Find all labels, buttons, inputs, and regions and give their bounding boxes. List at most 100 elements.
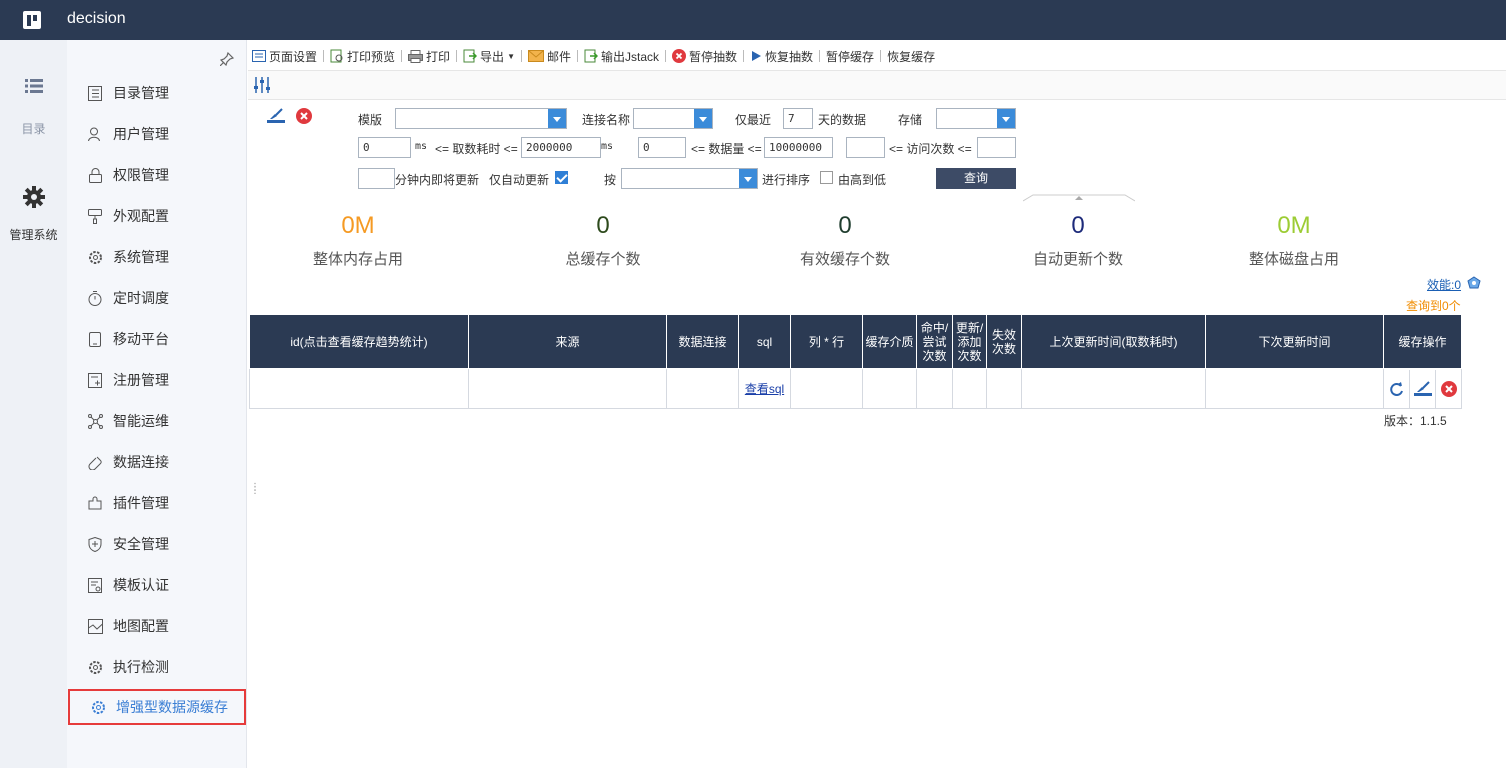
pin-icon[interactable] (220, 52, 234, 66)
visits-min-input[interactable] (846, 137, 885, 158)
sidebar-item-15[interactable]: 增强型数据源缓存 (68, 689, 246, 725)
sidebar-item-label: 目录管理 (113, 85, 169, 101)
sidebar-item-12[interactable]: 模板认证 (67, 567, 247, 603)
jstack-button[interactable]: 输出Jstack (580, 45, 663, 67)
delete-icon[interactable] (296, 108, 312, 124)
sidebar-item-label: 用户管理 (113, 126, 169, 142)
col-medium: 缓存介质 (862, 314, 917, 369)
rows-range-label: <= 数据量 <= (691, 142, 762, 156)
mail-label: 邮件 (546, 49, 571, 64)
toolbar-divider (520, 50, 522, 62)
chevron-down-icon (739, 169, 757, 188)
sidebar-item-label: 插件管理 (113, 495, 169, 511)
sidebar-item-5[interactable]: 定时调度 (67, 280, 247, 316)
mail-button[interactable]: 邮件 (524, 45, 575, 67)
pause-cache-button[interactable]: 暂停缓存 (822, 45, 878, 67)
col-connection: 数据连接 (666, 314, 739, 369)
export-button[interactable]: 导出 ▼ (459, 45, 519, 67)
sidebar-item-3[interactable]: 外观配置 (67, 198, 247, 234)
toolbar-divider (880, 50, 882, 62)
sidebar-item-13[interactable]: 地图配置 (67, 608, 247, 644)
rail-label-catalog: 目录 (21, 122, 46, 136)
rail-item-admin[interactable]: 管理系统 (0, 186, 67, 243)
sidebar-item-6[interactable]: 移动平台 (67, 321, 247, 357)
sidebar-item-14[interactable]: 执行检测 (67, 649, 247, 685)
print-preview-button[interactable]: 打印预览 (326, 45, 399, 67)
stat-auto-update-label: 自动更新个数 (1032, 251, 1123, 268)
days-suffix-label: 天的数据 (818, 113, 867, 127)
visits-max-input[interactable] (977, 137, 1016, 158)
sidebar-item-7[interactable]: 注册管理 (67, 362, 247, 398)
page-setup-button[interactable]: 页面设置 (248, 45, 321, 67)
refresh-button[interactable] (1384, 369, 1410, 408)
query-button[interactable]: 查询 (936, 168, 1016, 189)
sidebar-item-1[interactable]: 用户管理 (67, 116, 247, 152)
resume-extract-button[interactable]: 恢复抽数 (746, 45, 817, 67)
resume-cache-button[interactable]: 恢复缓存 (883, 45, 939, 67)
template-select[interactable] (395, 108, 567, 129)
cell-updates (952, 368, 987, 409)
pause-extract-button[interactable]: 暂停抽数 (668, 45, 741, 67)
sidebar-item-0[interactable]: 目录管理 (67, 75, 247, 111)
col-colrow: 列 * 行 (790, 314, 863, 369)
stop-icon (672, 49, 687, 63)
app-logo-icon (23, 11, 41, 29)
sidebar-item-4[interactable]: 系统管理 (67, 239, 247, 275)
stat-auto-update-value: 0 (1071, 212, 1085, 239)
report-toolbar: 页面设置 打印预览 打印 导出 ▼ 邮件 输出Jstack 暂停抽数 恢复抽数 … (248, 44, 939, 68)
time-range-label: <= 取数耗时 <= (435, 142, 518, 156)
sidebar-item-9[interactable]: 数据连接 (67, 444, 247, 480)
sidebar-item-11[interactable]: 安全管理 (67, 526, 247, 562)
time-unit-label: ms (415, 141, 428, 152)
refresh-badge-icon[interactable] (1467, 276, 1481, 290)
print-button[interactable]: 打印 (404, 45, 454, 67)
collapse-handle-icon[interactable] (1023, 194, 1135, 202)
map-icon (87, 618, 103, 634)
sidebar-item-label: 智能运维 (113, 413, 169, 429)
efficiency-link[interactable]: 效能:0 (1427, 276, 1461, 293)
rows-min-input[interactable]: 0 (638, 137, 686, 158)
connection-select[interactable] (633, 108, 713, 129)
time-max-input[interactable]: 2000000 (521, 137, 601, 158)
stat-memory-value: 0M (341, 212, 375, 239)
desc-checkbox[interactable] (820, 171, 833, 184)
sidebar-item-10[interactable]: 插件管理 (67, 485, 247, 521)
time-min-input[interactable]: 0 (358, 137, 411, 158)
delete-button[interactable] (1436, 370, 1461, 408)
sidebar-item-8[interactable]: 智能运维 (67, 403, 247, 439)
recent-days-input[interactable]: 7 (783, 108, 813, 129)
storage-select[interactable] (936, 108, 1016, 129)
shield-icon (87, 536, 103, 552)
sidebar-item-label: 数据连接 (113, 454, 169, 470)
version-text: 版本：1.1.5 (1384, 414, 1447, 428)
col-sql: sql (738, 314, 791, 369)
mail-icon (527, 50, 544, 62)
template-label: 模版 (358, 113, 383, 127)
brush-icon (87, 208, 103, 224)
catalog-icon (87, 85, 103, 101)
col-source: 来源 (468, 314, 667, 369)
minutes-input[interactable] (358, 168, 395, 189)
cell-invalid (986, 368, 1022, 409)
filter-sliders-icon[interactable] (253, 76, 271, 94)
settings-icon (87, 249, 103, 265)
stat-disk: 0M 整体磁盘占用 (1184, 212, 1404, 269)
col-id[interactable]: id(点击查看缓存趋势统计) (249, 314, 469, 369)
cell-next-update (1205, 368, 1384, 409)
clear-button[interactable] (1410, 369, 1436, 408)
stat-memory-label: 整体内存占用 (312, 251, 403, 268)
sort-by-select[interactable] (621, 168, 758, 189)
rail-item-catalog[interactable]: 目录 (0, 78, 67, 137)
sidebar-item-label: 执行检测 (113, 659, 169, 675)
rows-max-input[interactable]: 10000000 (764, 137, 833, 158)
auto-only-checkbox[interactable] (555, 171, 568, 184)
view-sql-link[interactable]: 查看sql (745, 382, 784, 396)
clear-cache-icon[interactable] (267, 108, 285, 124)
sidebar-item-2[interactable]: 权限管理 (67, 157, 247, 193)
resize-grip-icon[interactable]: ⋮ ⋮ (250, 483, 260, 496)
print-preview-icon (330, 49, 344, 63)
stat-valid-cache-value: 0 (838, 212, 852, 239)
col-next-update: 下次更新时间 (1205, 314, 1384, 369)
cell-id[interactable] (249, 368, 469, 409)
left-rail: 目录 管理系统 (0, 40, 67, 768)
